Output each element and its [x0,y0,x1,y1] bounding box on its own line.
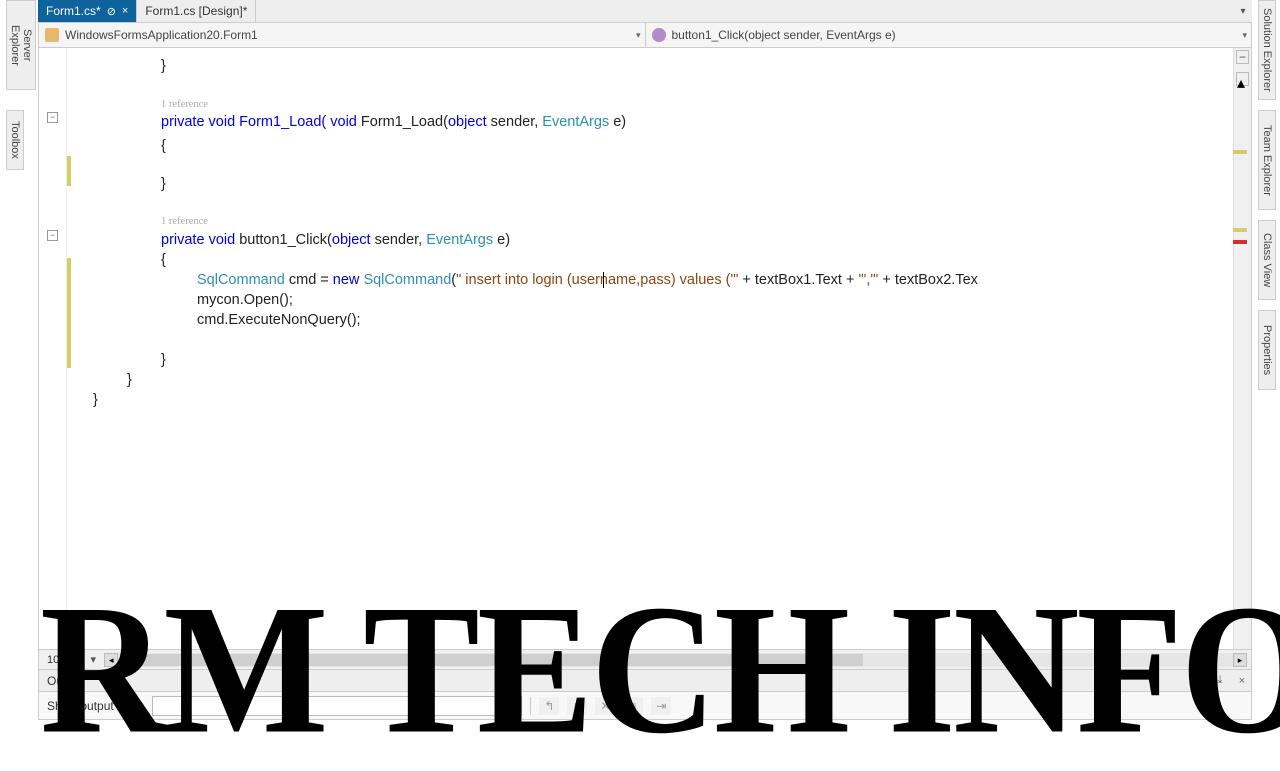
fold-toggle[interactable]: − [47,230,58,241]
method-name: button1_Click(object sender, EventArgs e… [672,28,896,42]
code-text: } [161,174,166,194]
code-text: SqlCommand cmd = new SqlCommand(" insert… [197,270,978,290]
split-button[interactable]: − [1236,50,1249,64]
nav-bar: WindowsFormsApplication20.Form1 ▾ button… [38,22,1252,48]
fold-toggle[interactable]: − [47,112,58,123]
overview-mark [1233,228,1247,232]
code-text: { [161,250,166,270]
team-explorer-tab[interactable]: Team Explorer [1258,110,1276,210]
pin-icon[interactable]: ⊘ [107,5,116,18]
method-selector[interactable]: button1_Click(object sender, EventArgs e… [646,23,1252,47]
overview-mark [1233,150,1247,154]
overview-error-mark [1233,240,1247,244]
scroll-up-button[interactable]: ▴ [1236,72,1249,86]
fold-gutter: − − [39,48,67,649]
file-tab-strip: Form1.cs* ⊘ × Form1.cs [Design]* ▾ [38,0,1252,22]
codelens-hint[interactable]: 1 reference [161,212,208,232]
tab-overflow-dropdown[interactable]: ▾ [1234,0,1252,22]
code-surface[interactable]: } 1 reference private void Form1_Load( v… [73,48,1233,649]
watermark-text: RM TECH INFO [40,586,1250,753]
vertical-scrollbar[interactable]: − ▴ [1233,48,1251,649]
code-text: } [161,350,166,370]
chevron-down-icon: ▾ [636,30,641,41]
solution-explorer-tab[interactable]: Solution Explorer [1258,0,1276,100]
text-caret [603,272,604,288]
code-text: } [127,370,132,390]
code-text: private void button1_Click(object sender… [161,230,510,250]
chevron-down-icon: ▾ [1242,30,1247,41]
server-explorer-tab[interactable]: Server Explorer [6,0,36,90]
class-name: WindowsFormsApplication20.Form1 [65,28,258,42]
toolbox-tab[interactable]: Toolbox [6,110,24,170]
code-editor[interactable]: − − } 1 reference private void Form1_Loa… [38,48,1252,650]
change-marker [67,156,71,186]
tab-form1-design[interactable]: Form1.cs [Design]* [137,0,256,22]
properties-tab[interactable]: Properties [1258,310,1276,390]
code-text: } [93,390,98,410]
class-selector[interactable]: WindowsFormsApplication20.Form1 ▾ [39,23,646,47]
change-marker [67,258,71,368]
close-icon[interactable]: × [122,5,128,17]
method-icon [652,28,666,42]
tab-label: Form1.cs* [46,4,101,18]
tab-label: Form1.cs [Design]* [145,4,247,18]
code-text: cmd.ExecuteNonQuery(); [197,310,361,330]
code-text: private void Form1_Load( void Form1_Load… [161,112,626,132]
tab-form1-cs[interactable]: Form1.cs* ⊘ × [38,0,137,22]
code-text: } [161,56,166,76]
class-icon [45,28,59,42]
scroll-track[interactable] [1236,90,1249,647]
code-text: { [161,136,166,156]
code-text: mycon.Open(); [197,290,293,310]
class-view-tab[interactable]: Class View [1258,220,1276,300]
